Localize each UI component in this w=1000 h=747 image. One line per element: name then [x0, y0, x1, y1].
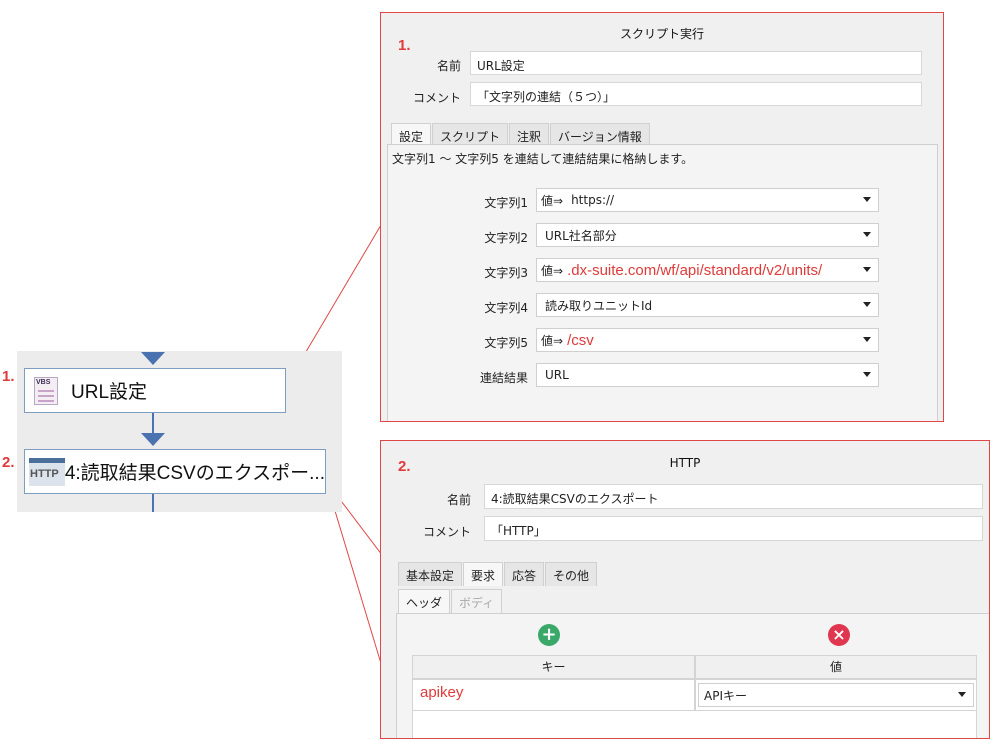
chevron-down-icon	[863, 232, 871, 237]
result-label: 連結結果	[479, 371, 528, 385]
chevron-down-icon	[863, 302, 871, 307]
comment-field[interactable]: 「HTTP」	[484, 516, 983, 541]
chevron-down-icon	[863, 267, 871, 272]
flow-node-http-export[interactable]: HTTP 4:読取結果CSVのエクスポー...	[24, 449, 326, 494]
script-dialog: 1. スクリプト実行 名前 URL設定 コメント 「文字列の連結（５つ）」 設定…	[380, 12, 944, 422]
name-label: 名前	[446, 493, 471, 507]
tab-response[interactable]: 応答	[504, 562, 545, 588]
description-text: 文字列1 〜 文字列5 を連結して連結結果に格納します。	[392, 152, 694, 166]
value-combo[interactable]: APIキー	[698, 683, 974, 707]
chevron-down-icon	[958, 692, 966, 697]
add-icon[interactable]: +	[538, 624, 560, 646]
flow-node-label: URL設定	[71, 382, 148, 403]
string4-label: 文字列4	[484, 301, 528, 315]
flow-arrow-top	[141, 352, 165, 365]
column-header-value: 値	[695, 655, 977, 679]
http-icon: HTTP	[29, 457, 65, 486]
chevron-down-icon	[863, 337, 871, 342]
name-field[interactable]: 4:読取結果CSVのエクスポート	[484, 484, 983, 509]
name-field[interactable]: URL設定	[470, 51, 922, 75]
comment-label: コメント	[412, 91, 461, 105]
comment-label: コメント	[422, 525, 471, 539]
http-tabs: 基本設定 要求 応答 その他	[398, 562, 598, 588]
chevron-down-icon	[863, 197, 871, 202]
dialog-title: HTTP	[669, 456, 701, 470]
empty-row	[412, 711, 977, 738]
request-subtabs: ヘッダ ボディ	[398, 589, 503, 615]
subtab-header[interactable]: ヘッダ	[398, 589, 451, 615]
string2-label: 文字列2	[484, 231, 528, 245]
name-label: 名前	[436, 59, 461, 73]
flow-connector-bottom	[152, 494, 154, 512]
string1-combo[interactable]: 値⇒ https://	[536, 188, 879, 212]
subtab-strip: ヘッダ ボディ	[393, 586, 989, 616]
settings-panel: 文字列1 〜 文字列5 を連結して連結結果に格納します。 文字列1 値⇒ htt…	[387, 144, 938, 421]
tab-other[interactable]: その他	[545, 562, 598, 588]
string5-combo[interactable]: 値⇒ /csv	[536, 328, 879, 352]
header-panel: + × キー 値 apikey APIキー	[396, 613, 989, 738]
string3-label: 文字列3	[484, 266, 528, 280]
chevron-down-icon	[863, 372, 871, 377]
string2-combo[interactable]: URL社名部分	[536, 223, 879, 247]
column-header-key: キー	[412, 655, 695, 679]
remove-icon[interactable]: ×	[828, 624, 850, 646]
vbs-script-icon: VBS	[31, 375, 61, 407]
comment-field[interactable]: 「文字列の連結（５つ）」	[470, 82, 922, 106]
dialog-title: スクリプト実行	[619, 27, 704, 41]
tab-request[interactable]: 要求	[463, 562, 504, 588]
key-cell[interactable]: apikey	[412, 679, 695, 711]
subtab-body[interactable]: ボディ	[451, 589, 503, 615]
flow-connector	[152, 413, 154, 434]
string4-combo[interactable]: 読み取りユニットId	[536, 293, 879, 317]
flow-arrow-middle	[141, 433, 165, 446]
marker-1-left: 1.	[2, 368, 15, 385]
value-cell: APIキー	[695, 679, 977, 711]
tab-basic-settings[interactable]: 基本設定	[398, 562, 463, 588]
flow-node-url-settings[interactable]: VBS URL設定	[24, 368, 286, 413]
key-value: apikey	[420, 684, 464, 701]
marker-2-left: 2.	[2, 454, 15, 471]
flow-node-label: 4:読取結果CSVのエクスポー...	[64, 463, 325, 484]
string1-label: 文字列1	[484, 196, 528, 210]
http-dialog: 2. HTTP 名前 4:読取結果CSVのエクスポート コメント 「HTTP」 …	[380, 440, 990, 739]
string3-combo[interactable]: 値⇒ .dx-suite.com/wf/api/standard/v2/unit…	[536, 258, 879, 282]
string5-label: 文字列5	[484, 336, 528, 350]
result-combo[interactable]: URL	[536, 363, 879, 387]
